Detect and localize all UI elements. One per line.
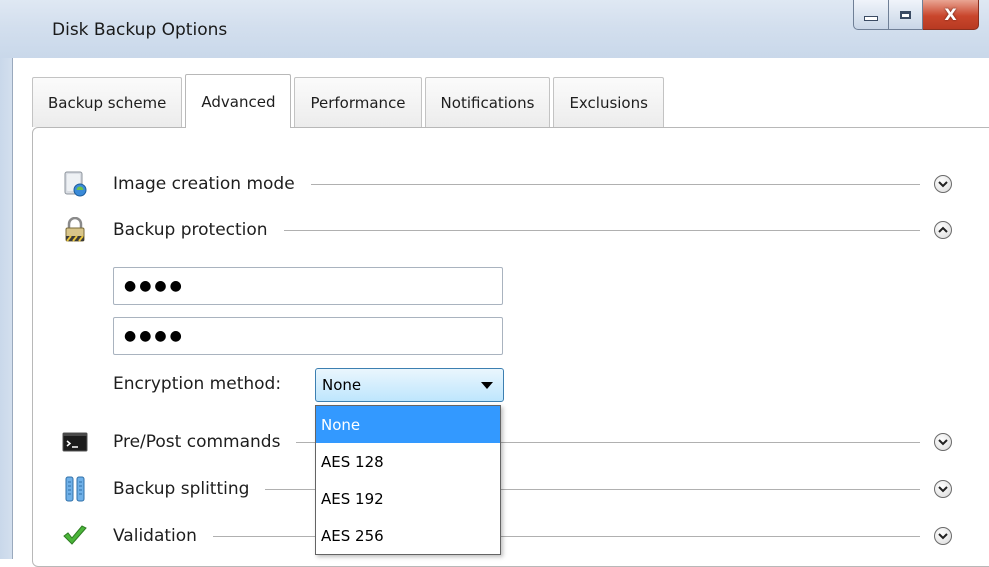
caption-buttons: X (853, 0, 979, 32)
title-bar[interactable]: Disk Backup Options X (0, 0, 989, 58)
chevron-up-icon (938, 226, 948, 233)
collapse-toggle[interactable] (934, 221, 952, 239)
maximize-button[interactable] (889, 0, 923, 30)
tab-notifications[interactable]: Notifications (424, 77, 551, 127)
section-image-creation-mode[interactable]: Image creation mode (62, 170, 952, 198)
encryption-option-aes-256[interactable]: AES 256 (316, 517, 500, 554)
split-icon (65, 476, 85, 502)
minimize-icon (864, 16, 878, 21)
window-frame-left (0, 58, 13, 559)
password-field[interactable]: ●●●● (113, 267, 503, 305)
tab-strip: Backup scheme Advanced Performance Notif… (32, 74, 667, 128)
section-label: Validation (113, 526, 197, 546)
chevron-down-icon (938, 486, 948, 493)
encryption-selected-value: None (322, 376, 362, 394)
tab-backup-scheme[interactable]: Backup scheme (32, 77, 183, 127)
confirm-password-field[interactable]: ●●●● (113, 317, 503, 355)
close-button[interactable]: X (923, 0, 979, 30)
close-icon: X (944, 5, 957, 24)
disk-image-icon (64, 171, 87, 197)
chevron-down-icon (938, 439, 948, 446)
section-label: Backup protection (113, 220, 268, 240)
expand-toggle[interactable] (934, 480, 952, 498)
padlock-icon (65, 217, 85, 242)
window-title: Disk Backup Options (52, 20, 228, 40)
disk-backup-options-window: Disk Backup Options X Backup scheme Adva… (0, 0, 989, 567)
maximize-icon (900, 10, 911, 19)
chevron-down-icon (938, 533, 948, 540)
chevron-down-icon (938, 181, 948, 188)
tab-performance[interactable]: Performance (294, 77, 422, 127)
minimize-button[interactable] (853, 0, 889, 30)
encryption-dropdown-list: None AES 128 AES 192 AES 256 (315, 405, 501, 555)
terminal-icon (62, 432, 88, 452)
dropdown-arrow-icon (481, 381, 493, 389)
section-validation[interactable]: Validation (62, 522, 952, 550)
encryption-option-aes-128[interactable]: AES 128 (316, 443, 500, 480)
encryption-method-select[interactable]: None (315, 368, 504, 402)
divider-line (310, 183, 920, 185)
divider-line (283, 229, 920, 231)
expand-toggle[interactable] (934, 175, 952, 193)
expand-toggle[interactable] (934, 433, 952, 451)
encryption-option-none[interactable]: None (316, 406, 500, 443)
section-label: Pre/Post commands (113, 432, 281, 452)
checkmark-icon (63, 525, 87, 545)
tab-advanced[interactable]: Advanced (185, 74, 292, 128)
tab-exclusions[interactable]: Exclusions (553, 77, 664, 127)
section-backup-protection[interactable]: Backup protection (62, 216, 952, 244)
encryption-method-label: Encryption method: (113, 374, 282, 394)
expand-toggle[interactable] (934, 527, 952, 545)
section-pre-post-commands[interactable]: Pre/Post commands (62, 428, 952, 456)
section-label: Image creation mode (113, 174, 295, 194)
encryption-option-aes-192[interactable]: AES 192 (316, 480, 500, 517)
section-label: Backup splitting (113, 479, 250, 499)
section-backup-splitting[interactable]: Backup splitting (62, 475, 952, 503)
